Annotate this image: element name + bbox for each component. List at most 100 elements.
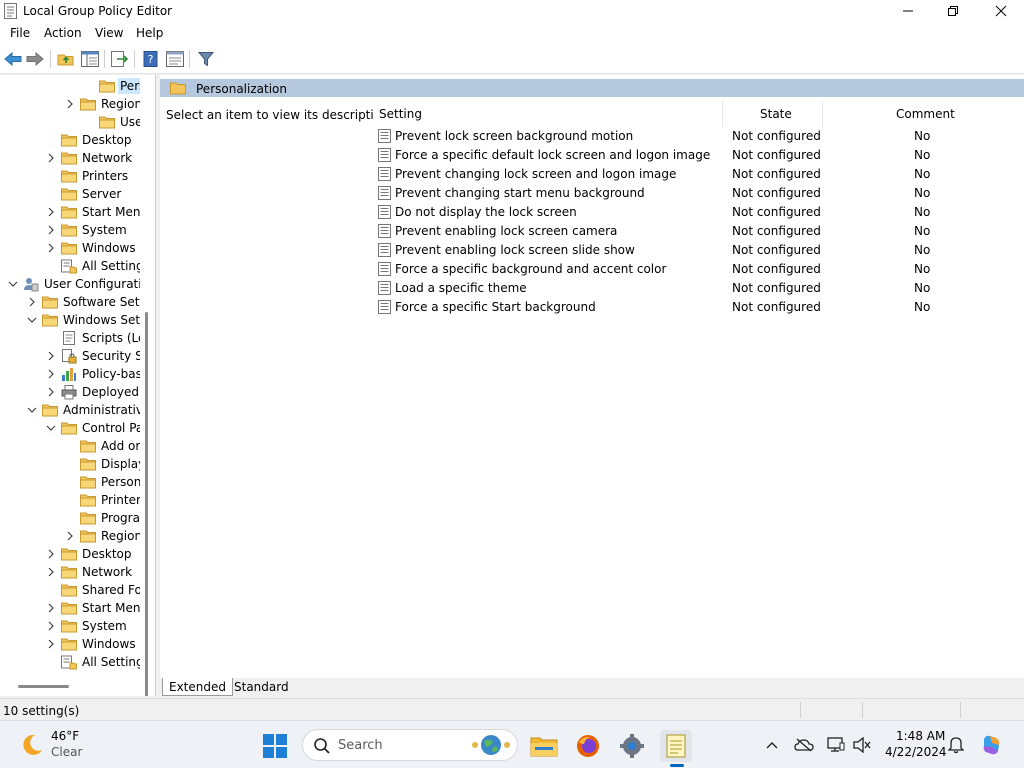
windows-start-icon[interactable]: [262, 733, 288, 759]
clock-date[interactable]: 4/22/2024: [885, 745, 947, 759]
chevron-right-icon[interactable]: [46, 621, 56, 631]
chevron-right-icon[interactable]: [46, 351, 56, 361]
chevron-right-icon[interactable]: [46, 225, 56, 235]
tree-item[interactable]: Administrative: [0, 401, 148, 419]
chevron-right-icon[interactable]: [46, 369, 56, 379]
tree-item[interactable]: Start Menu: [0, 203, 148, 221]
setting-row[interactable]: Prevent changing lock screen and logon i…: [376, 165, 1016, 184]
tree-pane[interactable]: Person Region User A Desktop Network Printers…: [0, 75, 156, 696]
tree-item[interactable]: Windows Sett: [0, 311, 148, 329]
minimize-button[interactable]: [885, 0, 931, 22]
tree-item[interactable]: Shared Fol: [0, 581, 148, 599]
setting-row[interactable]: Prevent enabling lock screen slide show N…: [376, 241, 1016, 260]
chevron-down-icon[interactable]: [8, 279, 18, 289]
chevron-right-icon[interactable]: [46, 603, 56, 613]
tab-extended[interactable]: Extended: [162, 678, 233, 696]
chevron-right-icon[interactable]: [65, 531, 75, 541]
tree-item[interactable]: Software Setti: [0, 293, 148, 311]
show-hidden-icons-button[interactable]: [762, 735, 782, 755]
tree-item[interactable]: System: [0, 221, 148, 239]
tree-item[interactable]: User A: [0, 113, 148, 131]
chevron-right-icon[interactable]: [65, 99, 75, 109]
filter-button[interactable]: [195, 48, 217, 70]
tree-item[interactable]: Network: [0, 149, 148, 167]
taskbar-firefox[interactable]: [572, 730, 604, 762]
tree-item[interactable]: Desktop: [0, 545, 148, 563]
tree-item[interactable]: Network: [0, 563, 148, 581]
tree-item[interactable]: Deployed: [0, 383, 148, 401]
tray-display[interactable]: [826, 735, 846, 755]
tree-item[interactable]: System: [0, 617, 148, 635]
tree-item[interactable]: Display: [0, 455, 148, 473]
close-button[interactable]: [978, 0, 1024, 22]
tree-item[interactable]: Server: [0, 185, 148, 203]
setting-row[interactable]: Prevent lock screen background motion Not…: [376, 127, 1016, 146]
chevron-right-icon[interactable]: [46, 639, 56, 649]
restore-button[interactable]: [930, 0, 976, 22]
chevron-down-icon[interactable]: [27, 405, 37, 415]
chevron-right-icon[interactable]: [46, 207, 56, 217]
tree-item[interactable]: Region: [0, 95, 148, 113]
tree-item[interactable]: Start Menu: [0, 599, 148, 617]
column-header-comment[interactable]: Comment: [896, 107, 955, 121]
clock-time[interactable]: 1:48 AM: [896, 729, 945, 743]
tree-item[interactable]: Scripts (Lo: [0, 329, 148, 347]
setting-row[interactable]: Force a specific Start background Not con…: [376, 298, 1016, 317]
tree-horizontal-scrollbar[interactable]: [18, 685, 69, 688]
chevron-right-icon[interactable]: [46, 387, 56, 397]
menu-file[interactable]: File: [10, 26, 30, 40]
chevron-right-icon[interactable]: [46, 243, 56, 253]
tree-item[interactable]: User Configuratio: [0, 275, 148, 293]
taskbar-settings[interactable]: [616, 730, 648, 762]
chevron-down-icon[interactable]: [46, 423, 56, 433]
setting-row[interactable]: Prevent changing start menu background No…: [376, 184, 1016, 203]
tree-item[interactable]: Policy-bas: [0, 365, 148, 383]
export-list-button[interactable]: [109, 48, 131, 70]
tree-item[interactable]: Progra: [0, 509, 148, 527]
back-button[interactable]: [2, 48, 24, 70]
tray-volume[interactable]: [852, 735, 872, 755]
help-button[interactable]: ?: [140, 48, 162, 70]
properties-button[interactable]: [164, 48, 186, 70]
chevron-down-icon[interactable]: [27, 315, 37, 325]
taskbar-notepad[interactable]: [660, 730, 692, 762]
tree-item[interactable]: Windows (: [0, 635, 148, 653]
show-hide-tree-button[interactable]: [79, 48, 101, 70]
setting-row[interactable]: Force a specific default lock screen and…: [376, 146, 1016, 165]
notifications-button[interactable]: [946, 735, 966, 755]
taskbar-search-box[interactable]: Search: [302, 729, 518, 761]
column-divider[interactable]: [722, 101, 723, 127]
menu-action[interactable]: Action: [44, 26, 82, 40]
tree-item[interactable]: Printers: [0, 167, 148, 185]
column-divider[interactable]: [822, 101, 823, 127]
column-header-state[interactable]: State: [760, 107, 792, 121]
taskbar-file-explorer[interactable]: [528, 730, 560, 762]
tree-item[interactable]: Control Pa: [0, 419, 148, 437]
tree-item[interactable]: Printer: [0, 491, 148, 509]
copilot-button[interactable]: [980, 733, 1004, 757]
tree-item[interactable]: Person: [0, 473, 148, 491]
chevron-right-icon[interactable]: [46, 153, 56, 163]
forward-button[interactable]: [24, 48, 46, 70]
tree-item[interactable]: Security Se: [0, 347, 148, 365]
chevron-right-icon[interactable]: [46, 549, 56, 559]
setting-row[interactable]: Do not display the lock screen Not config…: [376, 203, 1016, 222]
tree-item[interactable]: All Setting: [0, 257, 148, 275]
menu-view[interactable]: View: [95, 26, 123, 40]
tray-onedrive[interactable]: [794, 735, 814, 755]
tree-item[interactable]: Person: [0, 77, 148, 95]
up-one-level-button[interactable]: [55, 48, 77, 70]
tree-item[interactable]: All Setting: [0, 653, 148, 671]
tree-item[interactable]: Desktop: [0, 131, 148, 149]
column-header-setting[interactable]: Setting: [379, 107, 422, 121]
tree-item[interactable]: Add or: [0, 437, 148, 455]
tab-standard[interactable]: Standard: [228, 678, 295, 696]
setting-row[interactable]: Force a specific background and accent c…: [376, 260, 1016, 279]
tree-item[interactable]: Windows (: [0, 239, 148, 257]
menu-help[interactable]: Help: [136, 26, 163, 40]
tree-item[interactable]: Region: [0, 527, 148, 545]
tree-vertical-scrollbar[interactable]: [145, 312, 148, 696]
setting-row[interactable]: Load a specific theme Not configured No: [376, 279, 1016, 298]
chevron-right-icon[interactable]: [27, 297, 37, 307]
setting-row[interactable]: Prevent enabling lock screen camera Not c…: [376, 222, 1016, 241]
